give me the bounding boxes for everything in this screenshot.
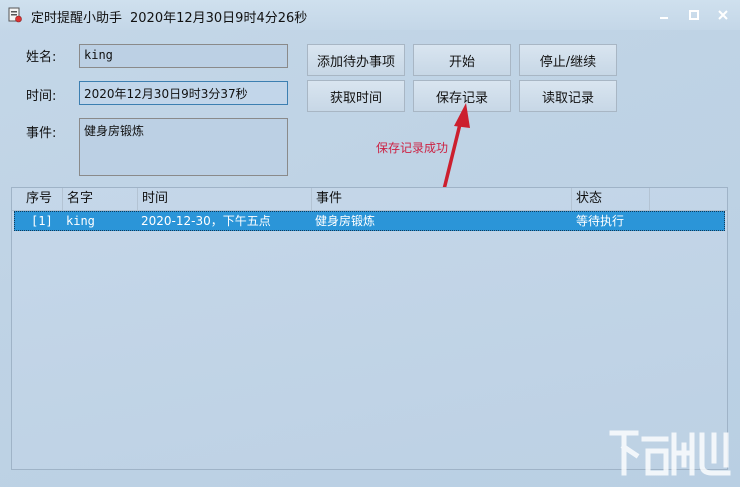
- start-button[interactable]: 开始: [413, 44, 511, 76]
- read-record-button[interactable]: 读取记录: [519, 80, 617, 112]
- maximize-icon: [689, 10, 699, 20]
- header-event[interactable]: 事件: [312, 188, 572, 210]
- add-todo-button[interactable]: 添加待办事项: [307, 44, 405, 76]
- cell-index: [1]: [31, 214, 53, 228]
- minimize-icon: [660, 17, 668, 19]
- minimize-button[interactable]: [654, 6, 674, 24]
- close-icon: [718, 10, 728, 20]
- time-field[interactable]: 2020年12月30日9时3分37秒: [79, 81, 288, 105]
- time-label: 时间:: [26, 89, 57, 104]
- cell-name: king: [66, 214, 95, 228]
- stop-resume-button[interactable]: 停止/继续: [519, 44, 617, 76]
- close-button[interactable]: [713, 6, 733, 24]
- event-label: 事件:: [26, 126, 57, 141]
- header-time[interactable]: 时间: [138, 188, 312, 210]
- watermark-logo: [609, 430, 731, 476]
- header-status[interactable]: 状态: [572, 188, 650, 210]
- app-icon: [8, 7, 22, 23]
- header-index[interactable]: 序号: [12, 188, 63, 210]
- window-title: 定时提醒小助手 2020年12月30日9时4分26秒: [31, 7, 307, 26]
- table-row[interactable]: [1] king 2020-12-30，下午五点 健身房锻炼 等待执行: [14, 211, 725, 231]
- title-bar[interactable]: 定时提醒小助手 2020年12月30日9时4分26秒: [0, 0, 740, 30]
- table-header: 序号 名字 时间 事件 状态: [12, 188, 727, 211]
- name-label: 姓名:: [26, 50, 57, 65]
- window-title-text: 定时提醒小助手: [31, 11, 123, 26]
- cell-time: 2020-12-30，下午五点: [141, 214, 271, 228]
- cell-event: 健身房锻炼: [315, 214, 376, 228]
- name-field[interactable]: king: [79, 44, 288, 68]
- get-time-button[interactable]: 获取时间: [307, 80, 405, 112]
- app-window: 定时提醒小助手 2020年12月30日9时4分26秒 姓名: king 时间: 2…: [0, 0, 740, 487]
- cell-status: 等待执行: [576, 214, 625, 228]
- maximize-button[interactable]: [684, 6, 704, 24]
- header-name[interactable]: 名字: [63, 188, 138, 210]
- window-title-datetime: 2020年12月30日9时4分26秒: [130, 11, 308, 26]
- event-textarea[interactable]: 健身房锻炼: [79, 118, 288, 176]
